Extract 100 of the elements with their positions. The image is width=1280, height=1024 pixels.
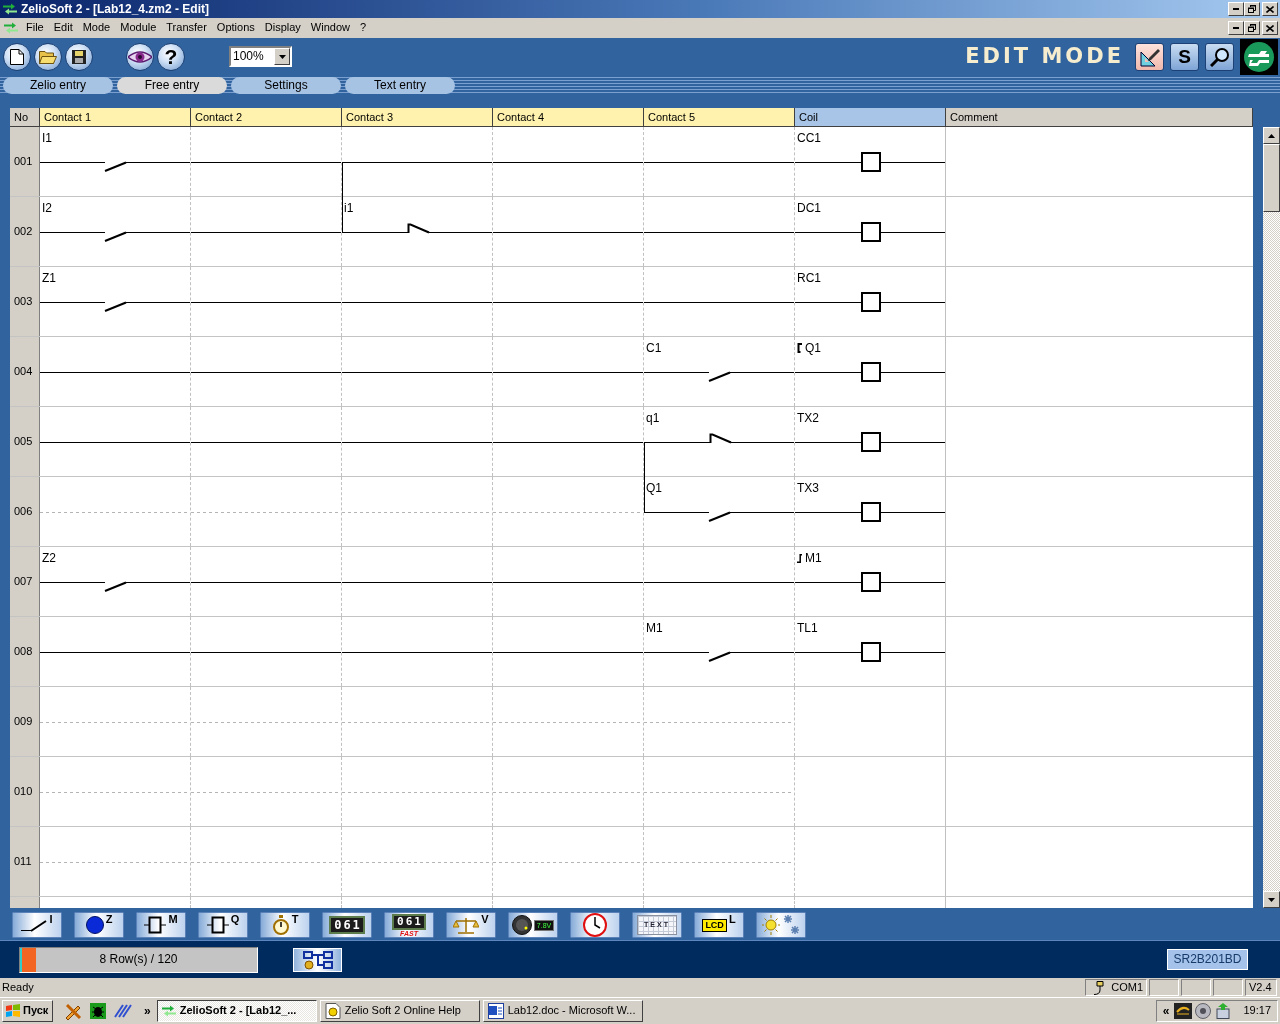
tab[interactable]: Text entry [345,76,455,94]
search-button[interactable] [1205,42,1234,71]
outputs-button[interactable]: Q [198,912,248,938]
contact-label: C1 [646,341,662,355]
relays-button[interactable]: M [136,912,186,938]
row-number: 007 [10,547,40,616]
contact-label: i1 [344,201,354,215]
counters-button[interactable]: 061 [322,912,372,938]
coil-label: CC1 [797,131,821,145]
counter-display: 061 [392,913,426,930]
clocks-button[interactable] [570,912,620,938]
coil-label: RC1 [797,271,821,285]
close-button[interactable] [1262,21,1278,35]
minimize-button[interactable] [1228,2,1244,16]
menu-item[interactable]: ? [355,20,372,36]
keys-button[interactable]: Z [74,912,124,938]
menu-item[interactable]: File [21,20,49,36]
contact-label: Q1 [646,481,662,495]
help-document-icon [324,1003,341,1019]
beetle-icon[interactable] [90,1003,106,1019]
coil-symbol [861,572,881,592]
coil-symbol [861,152,881,172]
row-number-stub [10,897,40,908]
taskbar-button[interactable]: ZelioSoft 2 - [Lab12_... [156,1000,317,1022]
app-icon [161,1005,176,1017]
taskbar-button[interactable]: Zelio Soft 2 Online Help [319,1000,480,1022]
column-header: Coil [795,108,946,127]
coil-icon [144,916,167,934]
start-button[interactable]: Пуск [2,1000,53,1022]
status-panel [1181,979,1211,996]
coil-label: DC1 [797,201,821,215]
coil-label: TX2 [797,411,819,425]
column-header: Contact 2 [191,108,342,127]
menu-item[interactable]: Edit [48,20,78,36]
version-label: V2.4 [1245,979,1277,996]
tab[interactable]: Zelio entry [3,76,113,94]
menu-item[interactable]: Options [211,20,260,36]
menu-item[interactable]: Display [259,20,306,36]
row-number: 002 [10,197,40,266]
inputs-button[interactable]: I [12,912,62,938]
stopwatch-icon [271,915,290,935]
zoom-dropdown[interactable]: 100% [229,46,292,67]
disc-icon [85,916,104,934]
wire [644,512,709,513]
new-button[interactable] [3,42,31,71]
close-button[interactable] [1262,2,1278,16]
contact-label: q1 [646,411,660,425]
wire [881,652,945,653]
scales-icon [453,916,480,934]
switch-icon [21,918,48,932]
tray-expand-button[interactable]: « [1160,1003,1172,1019]
monitor-icon[interactable] [1174,1003,1193,1019]
simulation-button[interactable]: S [1170,42,1199,71]
tab[interactable]: Settings [231,76,341,94]
edit-mode-button[interactable] [1135,42,1164,71]
backlight-button[interactable]: LCD L [694,912,744,938]
speaker-icon[interactable] [1195,1003,1212,1019]
contact-label: Z1 [42,271,56,285]
save-button[interactable] [65,42,93,71]
close-icon [1266,5,1274,13]
dial-icon [511,915,532,935]
scroll-down-button[interactable] [1263,891,1280,908]
scroll-up-button[interactable] [1263,127,1280,144]
box-arrow-icon[interactable] [1214,1003,1233,1019]
normally-closed-contact [709,433,732,444]
coil-icon [206,916,229,934]
more-button[interactable]: » [141,1003,154,1019]
column-header: Contact 5 [644,108,795,127]
coil-label: TL1 [797,621,818,635]
wire [881,442,945,443]
row-number: 001 [10,127,40,196]
summer-winter-button[interactable] [756,912,806,938]
ruler-pencil-icon [1139,46,1160,67]
restore-button[interactable] [1244,21,1260,35]
dropdown-button[interactable] [274,48,290,65]
coil-symbol [861,502,881,522]
timers-button[interactable]: T [260,912,310,938]
menu-item[interactable]: Transfer [161,20,212,36]
row-number: 011 [10,827,40,896]
help-button[interactable]: ? [157,42,185,71]
crossed-tools-icon[interactable] [64,1002,82,1020]
view-button[interactable] [126,42,154,71]
minimize-button[interactable] [1228,21,1244,35]
contact-label: I1 [42,131,52,145]
wire [881,512,945,513]
stripes-icon[interactable] [114,1004,132,1018]
row-number: 009 [10,687,40,756]
menu-item[interactable]: Module [115,20,162,36]
menu-item[interactable]: Mode [77,20,116,36]
comparators-button[interactable]: V [446,912,496,938]
open-button[interactable] [34,42,62,71]
coil-symbol [861,292,881,312]
taskbar-button[interactable]: Lab12.doc - Microsoft W... [482,1000,643,1022]
function-block-button[interactable] [293,947,342,972]
restore-button[interactable] [1244,2,1260,16]
scrollbar-thumb[interactable] [1263,144,1280,212]
menu-item[interactable]: Window [305,20,355,36]
tab[interactable]: Free entry [117,76,227,94]
coil-symbol [861,222,881,242]
sun-snowflake-icon [762,914,800,936]
